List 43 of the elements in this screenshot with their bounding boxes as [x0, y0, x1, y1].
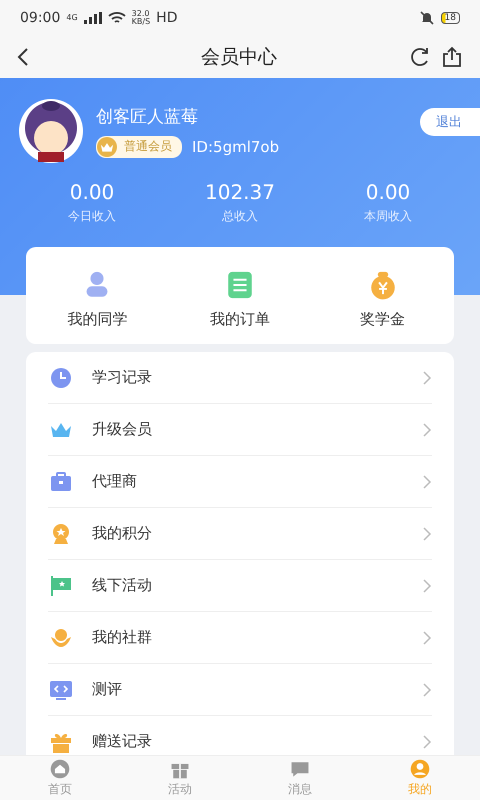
chevron-icon: [422, 734, 432, 748]
battery-level: 18: [440, 12, 460, 24]
wifi-icon: [108, 11, 126, 25]
menu-item[interactable]: 线下活动: [48, 560, 432, 612]
stat-value: 0.00: [70, 180, 114, 204]
menu-item[interactable]: 测评: [48, 664, 432, 716]
stat-value: 0.00: [366, 180, 410, 204]
chevron-icon: [422, 526, 432, 540]
logout-button[interactable]: 退出: [420, 108, 480, 136]
chevron-icon: [422, 474, 432, 488]
hd-label: HD: [156, 10, 178, 26]
muted-bell-icon: [418, 10, 435, 26]
stat-value: 102.37: [205, 180, 275, 204]
chevron-icon: [422, 630, 432, 644]
crown-icon: [96, 136, 118, 156]
shortcut-button[interactable]: 我的同学: [26, 267, 169, 330]
speed-unit: KB/S: [132, 18, 150, 26]
member-level-badge: 普通会员: [96, 136, 182, 158]
menu-item[interactable]: 升级会员: [48, 404, 432, 456]
back-icon: [16, 47, 30, 67]
menu-item[interactable]: 学习记录: [48, 352, 432, 404]
chevron-icon: [422, 370, 432, 384]
network-speed: 32.0: [132, 10, 150, 18]
menu-item[interactable]: 我的积分: [48, 508, 432, 560]
chevron-icon: [422, 422, 432, 436]
user-id: ID:5gml7ob: [192, 138, 280, 156]
chevron-icon: [422, 578, 432, 592]
shortcut-button[interactable]: 我的订单: [168, 267, 312, 330]
status-time: 09:00: [20, 10, 60, 26]
home-icon: [49, 758, 71, 780]
user-name: 创客匠人蓝莓: [96, 106, 199, 128]
chevron-icon: [422, 682, 432, 696]
signal-icon: [84, 12, 102, 24]
stat-label: 总收入: [222, 208, 258, 225]
person-icon: [409, 758, 431, 780]
menu-item[interactable]: 代理商: [48, 456, 432, 508]
stat-label: 本周收入: [364, 208, 412, 225]
page-title: 会员中心: [200, 45, 278, 70]
share-icon: [440, 45, 464, 69]
network-type: 4G: [66, 14, 78, 22]
shortcut-button[interactable]: 奖学金: [311, 267, 454, 330]
stat-label: 今日收入: [68, 208, 116, 225]
menu-item[interactable]: 我的社群: [48, 612, 432, 664]
